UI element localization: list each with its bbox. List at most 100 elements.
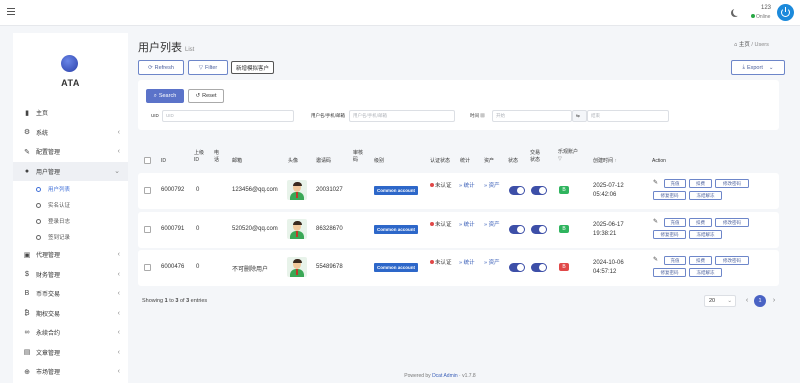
refresh-button[interactable]: ⟳ Refresh xyxy=(138,60,184,75)
circle-icon xyxy=(36,218,41,224)
stats-link[interactable]: » 统计 xyxy=(459,259,475,267)
col-level: 级别 xyxy=(374,158,385,164)
auth-status: 未认证 xyxy=(430,182,456,190)
reset-button[interactable]: ↺ Reset xyxy=(188,89,224,103)
page-size-select[interactable]: 20 ⌄ xyxy=(704,295,736,307)
col-id[interactable]: ID xyxy=(161,158,166,165)
chevron-down-icon: ⌄ xyxy=(114,168,120,176)
name-label: 用户名/手机/邮箱 xyxy=(311,113,345,118)
avatar xyxy=(287,219,307,239)
sidebar-item-home[interactable]: ▮ 主页 xyxy=(13,103,128,123)
recharge-button[interactable]: 充值 xyxy=(664,218,686,227)
change-password-button[interactable]: 修改密码 xyxy=(715,179,749,188)
sidebar-subitem-checkin[interactable]: 签到记录 xyxy=(13,229,128,245)
level-badge: Common account xyxy=(374,225,419,234)
change-password-button[interactable]: 修改密码 xyxy=(715,256,749,265)
restore-password-button[interactable]: 修复密码 xyxy=(653,191,686,200)
row-checkbox[interactable] xyxy=(144,187,151,194)
page-1-button[interactable]: 1 xyxy=(754,295,766,307)
uid-label: UID xyxy=(151,113,159,118)
deduct-button[interactable]: 扣费 xyxy=(689,218,712,227)
trade-status-toggle[interactable] xyxy=(531,263,547,272)
optimistic-badge: B xyxy=(559,186,569,194)
sort-icon: ↑ xyxy=(614,158,617,164)
menu-toggle-icon[interactable] xyxy=(7,8,15,15)
online-dot-icon xyxy=(751,14,755,18)
assets-link[interactable]: » 资产 xyxy=(484,221,500,229)
sidebar-item-spot[interactable]: B 币币交易 ‹ xyxy=(13,284,128,304)
undo-icon: ↺ xyxy=(195,93,201,99)
chevron-left-icon: ‹ xyxy=(117,290,120,298)
sidebar-item-options[interactable]: ₿ 期权交易 ‹ xyxy=(13,304,128,324)
assets-link[interactable]: » 资产 xyxy=(484,182,500,190)
uid-input[interactable]: UID xyxy=(162,110,294,122)
dcat-admin-link[interactable]: Dcat Admin xyxy=(432,373,458,379)
breadcrumb: ⌂ 主页 / Users xyxy=(734,42,769,48)
restore-password-button[interactable]: 修复密码 xyxy=(653,230,686,239)
dark-mode-icon[interactable] xyxy=(733,8,741,16)
breadcrumb-home[interactable]: ⌂ 主页 xyxy=(734,42,750,48)
change-password-button[interactable]: 修改密码 xyxy=(715,218,749,227)
chevron-left-icon: ‹ xyxy=(117,148,120,156)
dollar-icon: $ xyxy=(25,270,29,278)
row-checkbox[interactable] xyxy=(144,226,151,233)
export-button[interactable]: ⤓ Export ⌄ xyxy=(731,60,785,75)
trade-status-toggle[interactable] xyxy=(531,225,547,234)
time-to-input[interactable]: 结束 xyxy=(587,110,669,122)
sidebar-item-config[interactable]: ✎ 配置管理 ‹ xyxy=(13,142,128,162)
status-toggle[interactable] xyxy=(509,225,525,234)
sidebar-item-users[interactable]: ● 用户管理 ⌄ xyxy=(13,161,128,181)
deduct-button[interactable]: 扣费 xyxy=(689,256,712,265)
sidebar-subitem-user-list[interactable]: 用户列表 xyxy=(13,181,128,197)
sidebar-item-agents[interactable]: ▣ 代理管理 ‹ xyxy=(13,245,128,265)
next-page-icon[interactable]: › xyxy=(768,295,780,307)
col-trade-status: 交易状态 xyxy=(530,150,541,163)
status-toggle[interactable] xyxy=(509,186,525,195)
deduct-button[interactable]: 扣费 xyxy=(689,179,712,188)
sidebar-item-system[interactable]: ⚙ 系统 ‹ xyxy=(13,123,128,143)
edit-icon[interactable]: ✎ xyxy=(653,256,658,263)
sidebar-item-articles[interactable]: ▤ 文章管理 ‹ xyxy=(13,343,128,363)
name-input[interactable]: 用户名/手机/邮箱 xyxy=(349,110,455,122)
sidebar-subitem-kyc[interactable]: 实名认证 xyxy=(13,197,128,213)
chevron-down-icon: ⌄ xyxy=(727,298,732,304)
search-button[interactable]: ⌕ Search xyxy=(146,89,184,103)
top-bar: 123 Online xyxy=(0,0,800,26)
time-from-input[interactable]: 开始 xyxy=(492,110,572,122)
time-label: 时间 ▦ xyxy=(470,113,485,118)
cell-created: 2024-10-06 04:57:12 xyxy=(593,260,624,275)
user-name[interactable]: 123 xyxy=(761,5,771,11)
restore-password-button[interactable]: 修复密码 xyxy=(653,268,686,277)
chevron-left-icon: ‹ xyxy=(117,128,120,136)
logo-icon xyxy=(61,55,78,72)
trade-status-toggle[interactable] xyxy=(531,186,547,195)
sidebar-subitem-login-log[interactable]: 登录日志 xyxy=(13,213,128,229)
freeze-button[interactable]: 冻结解冻 xyxy=(689,268,722,277)
recharge-button[interactable]: 充值 xyxy=(664,256,686,265)
prev-page-icon[interactable]: ‹ xyxy=(741,295,753,307)
status-dot-icon xyxy=(430,222,434,226)
sidebar-item-perpetual[interactable]: ∞ 永续合约 ‹ xyxy=(13,323,128,343)
status-toggle[interactable] xyxy=(509,263,525,272)
col-optimistic[interactable]: 乐观账户 ▽ xyxy=(558,149,578,163)
stats-link[interactable]: » 统计 xyxy=(459,182,475,190)
recharge-button[interactable]: 充值 xyxy=(664,179,686,188)
edit-icon[interactable]: ✎ xyxy=(653,218,658,225)
cell-invite: 20031027 xyxy=(316,187,343,193)
sidebar-item-finance[interactable]: $ 财务管理 ‹ xyxy=(13,265,128,285)
row-checkbox[interactable] xyxy=(144,264,151,271)
add-test-user-button[interactable]: 新增模拟客户 xyxy=(231,61,274,74)
sidebar: ATA ▮ 主页 ⚙ 系统 ‹ ✎ 配置管理 ‹ ● 用户管理 ⌄ 用户列表 实名认证 登录日… xyxy=(13,33,128,383)
edit-icon[interactable]: ✎ xyxy=(653,179,658,186)
col-created[interactable]: 创建时间 ↑ xyxy=(593,158,617,165)
freeze-button[interactable]: 冻结解冻 xyxy=(689,230,722,239)
select-all-checkbox[interactable] xyxy=(144,157,151,164)
cell-created: 2025-06-17 19:38:21 xyxy=(593,222,624,237)
stats-link[interactable]: » 统计 xyxy=(459,221,475,229)
avatar-power-icon[interactable] xyxy=(777,4,794,21)
filter-button[interactable]: ▽ Filter xyxy=(188,60,228,75)
assets-link[interactable]: » 资产 xyxy=(484,259,500,267)
cell-email: 520520@qq.com xyxy=(232,226,278,232)
freeze-button[interactable]: 冻结解冻 xyxy=(689,191,722,200)
auth-status: 未认证 xyxy=(430,221,456,229)
